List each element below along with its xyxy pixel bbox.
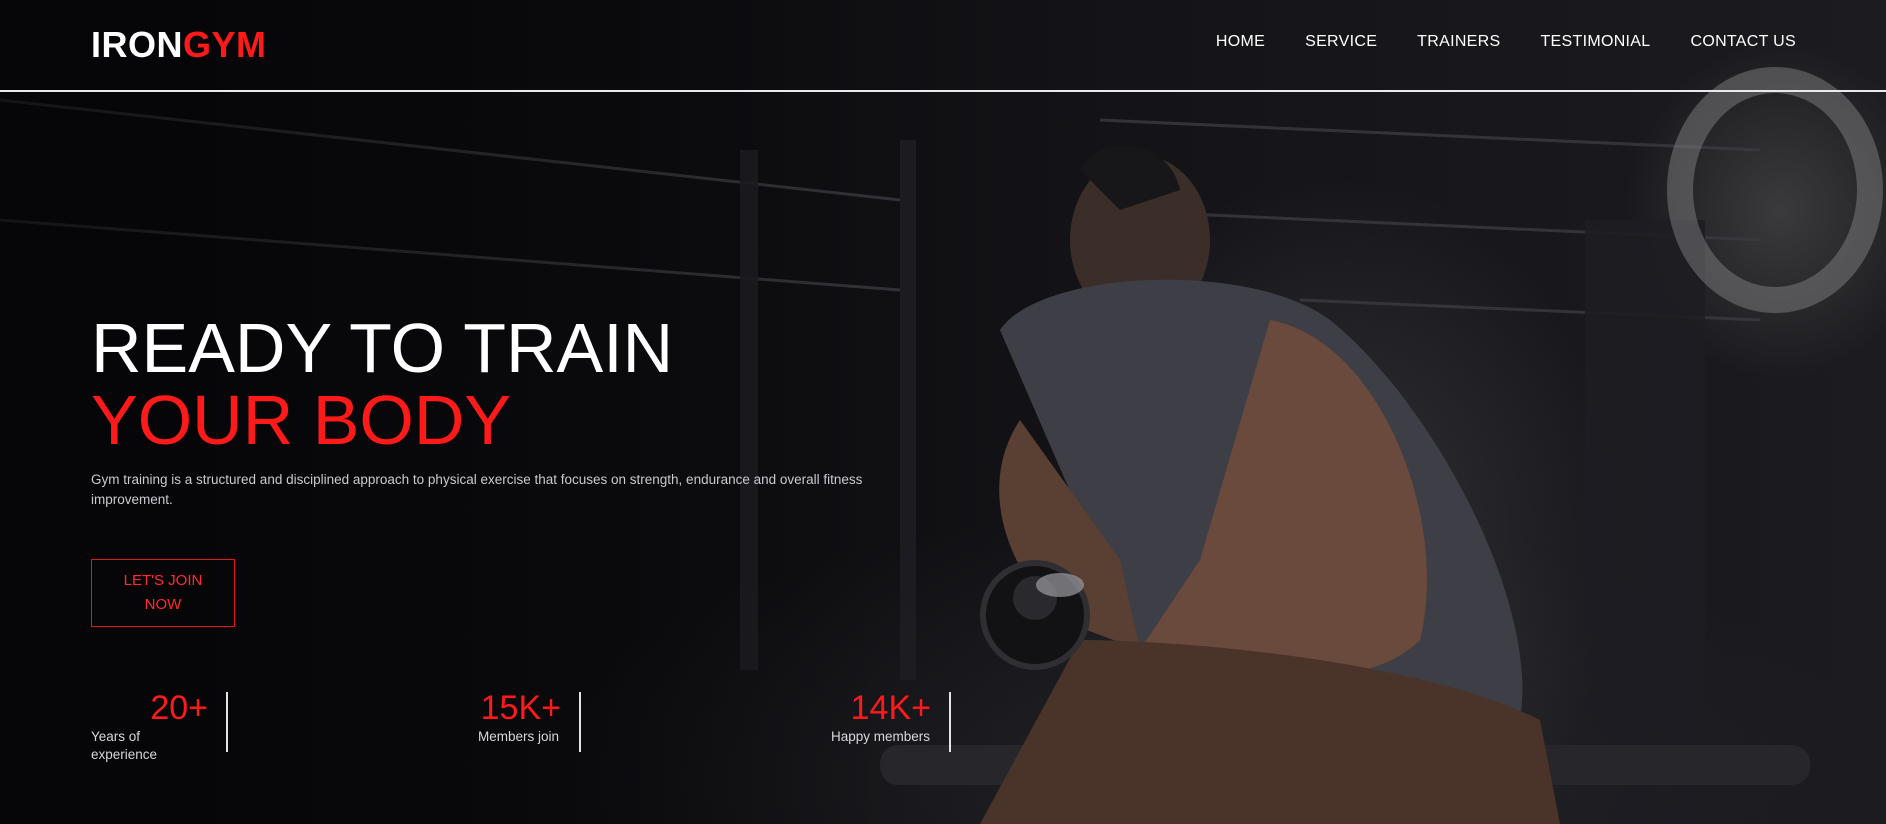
stat-years-experience: 20+ Years of experience	[91, 689, 228, 762]
brand-logo[interactable]: IRONGYM	[91, 24, 267, 66]
site-header: IRONGYM HOME SERVICE TRAINERS TESTIMONIA…	[0, 0, 1886, 92]
stat-divider	[949, 692, 951, 752]
main-navigation: HOME SERVICE TRAINERS TESTIMONIAL CONTAC…	[1216, 33, 1796, 51]
stat-divider	[579, 692, 581, 752]
stat-value: 14K+	[850, 689, 931, 727]
stat-value: 15K+	[480, 689, 561, 727]
stat-value: 20+	[150, 689, 208, 727]
landing-page: IRONGYM HOME SERVICE TRAINERS TESTIMONIA…	[0, 0, 1886, 824]
stat-happy-members: 14K+ Happy members	[831, 690, 951, 752]
nav-testimonial[interactable]: TESTIMONIAL	[1540, 33, 1650, 51]
stat-members-join: 15K+ Members join	[478, 690, 581, 752]
stat-label: Members join	[478, 729, 560, 744]
hero-description: Gym training is a structured and discipl…	[91, 472, 863, 507]
hero-title-line1: READY TO TRAIN	[91, 309, 674, 387]
nav-service[interactable]: SERVICE	[1305, 33, 1377, 51]
hero-title: READY TO TRAIN YOUR BODY	[91, 312, 673, 456]
stat-label: Years of experience	[91, 729, 158, 762]
hero-title-line2: YOUR BODY	[91, 381, 512, 459]
nav-contact-us[interactable]: CONTACT US	[1690, 33, 1796, 51]
nav-home[interactable]: HOME	[1216, 33, 1265, 51]
join-now-button[interactable]: LET'S JOIN NOW	[91, 559, 235, 627]
stat-label: Happy members	[831, 729, 931, 744]
brand-logo-iron: IRON	[91, 24, 183, 65]
stat-divider	[226, 692, 228, 752]
brand-logo-gym: GYM	[183, 24, 267, 65]
nav-trainers[interactable]: TRAINERS	[1417, 33, 1500, 51]
